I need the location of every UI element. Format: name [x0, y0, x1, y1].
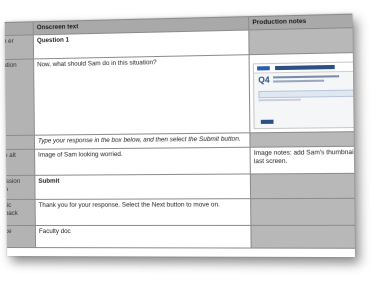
notes-cell — [250, 173, 355, 199]
thumbnail-text-line — [258, 98, 300, 101]
notes-cell — [251, 198, 355, 225]
document-sheet: Onscreen text Production notes n er Ques… — [5, 14, 355, 257]
row-label — [5, 135, 35, 149]
table-row: e alt Image of Sam looking worried. Imag… — [5, 146, 355, 176]
row-label: e alt — [5, 149, 35, 175]
table-row: ission n Submit — [5, 173, 355, 199]
thumbnail-logo — [257, 66, 270, 70]
image-alt-cell: Image of Sam looking worried. — [35, 147, 251, 175]
page-background: Onscreen text Production notes n er Ques… — [0, 0, 380, 299]
table-row: ation Now, what should Sam do in this si… — [5, 52, 355, 136]
row-label: ric back — [5, 199, 36, 225]
row-label: ission n — [5, 175, 35, 199]
notes-cell — [250, 131, 355, 147]
table-row: ric back Thank you for your response. Se… — [5, 198, 355, 225]
row-label: ce — [5, 225, 36, 247]
notes-cell-thumbnail: Q4 — [249, 52, 355, 133]
thumbnail-text-line — [273, 79, 324, 82]
feedback-cell: Thank you for your response. Select the … — [35, 199, 251, 226]
image-notes-cell: Image notes: add Sam's thumbnail; r last… — [250, 146, 355, 174]
screen-thumbnail-image: Q4 — [253, 61, 355, 129]
storyboard-table: Onscreen text Production notes n er Ques… — [5, 14, 355, 249]
header-label-cell — [5, 22, 34, 36]
row-label: n er — [5, 35, 34, 60]
thumbnail-response-bar — [258, 89, 354, 98]
thumbnail-question-number: Q4 — [258, 75, 269, 84]
submit-label-cell: Submit — [35, 174, 251, 199]
thumbnail-submit-button — [261, 119, 274, 123]
source-cell: Faculty doc — [35, 225, 251, 248]
notes-cell — [251, 225, 355, 248]
row-label: ation — [5, 59, 35, 136]
notes-cell — [249, 27, 355, 55]
question-text-cell: Now, what should Sam do in this situatio… — [34, 55, 250, 136]
thumbnail-text-line — [273, 75, 339, 78]
table-row: ce Faculty doc — [5, 225, 355, 248]
